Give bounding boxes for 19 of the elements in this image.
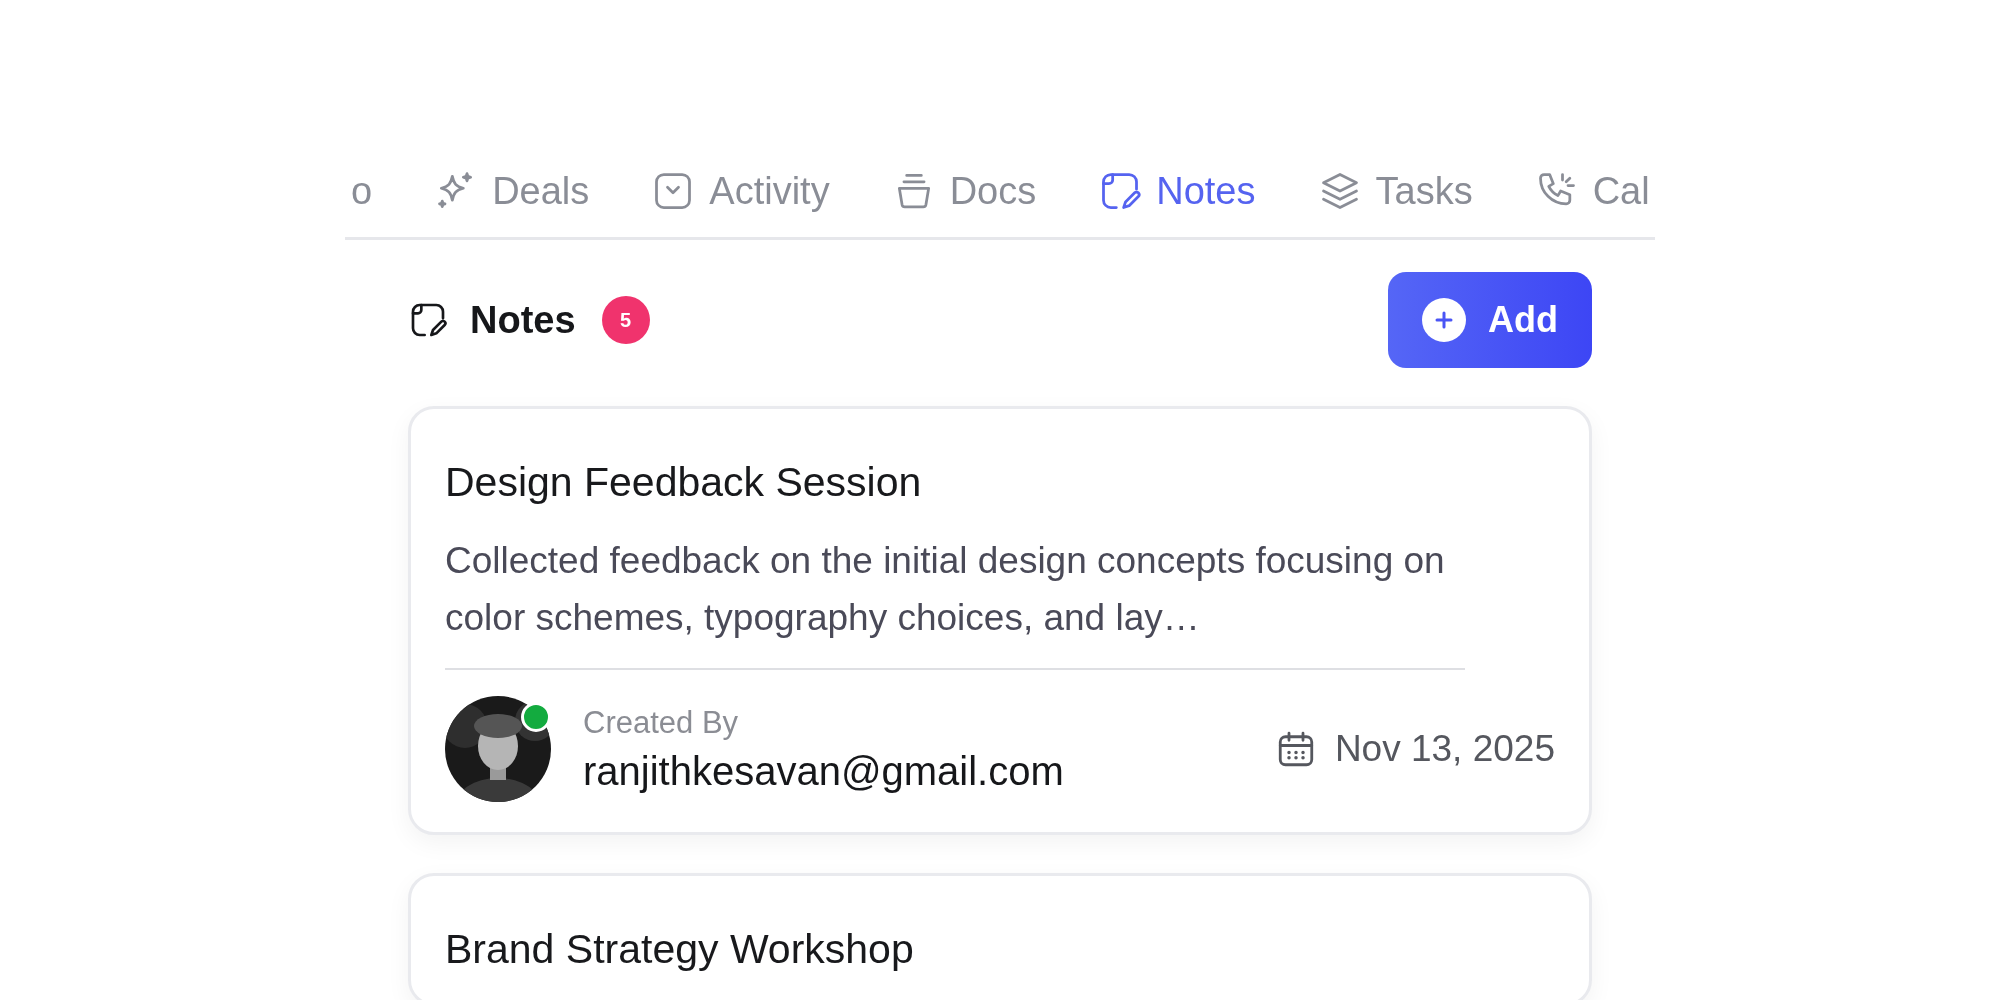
note-title: Brand Strategy Workshop <box>445 926 915 973</box>
note-card[interactable]: Design Feedback Session Collected feedback on the initial design concepts focusing on color schemes, typography choices, and lay… Created By ranjithkesavan@gmail.com Nov 13, 2025 <box>408 406 1592 835</box>
tab[interactable]: Docs <box>885 155 1043 237</box>
author-email: ranjithkesavan@gmail.com <box>583 748 1064 794</box>
note-body: Collected feedback on the initial design concepts focusing on color schemes, typography choices, and lay… <box>445 532 1465 670</box>
note-title: Design Feedback Session <box>445 459 923 506</box>
add-button[interactable]: Add <box>1388 272 1592 368</box>
tab[interactable]: Notes <box>1092 155 1262 237</box>
tab[interactable]: Activity <box>645 155 836 237</box>
created-by-label: Created By <box>583 704 740 741</box>
note-card[interactable]: Brand Strategy Workshop <box>408 873 1592 1000</box>
tab[interactable]: Deals <box>428 155 596 237</box>
tab[interactable]: o <box>345 155 379 237</box>
tab[interactable]: Cal <box>1528 155 1655 237</box>
tab[interactable]: Tasks <box>1311 155 1479 237</box>
plus-icon <box>1422 298 1466 342</box>
note-date: Nov 13, 2025 <box>1334 728 1555 770</box>
count-badge: 5 <box>601 296 650 344</box>
section-title: Notes <box>470 298 576 342</box>
